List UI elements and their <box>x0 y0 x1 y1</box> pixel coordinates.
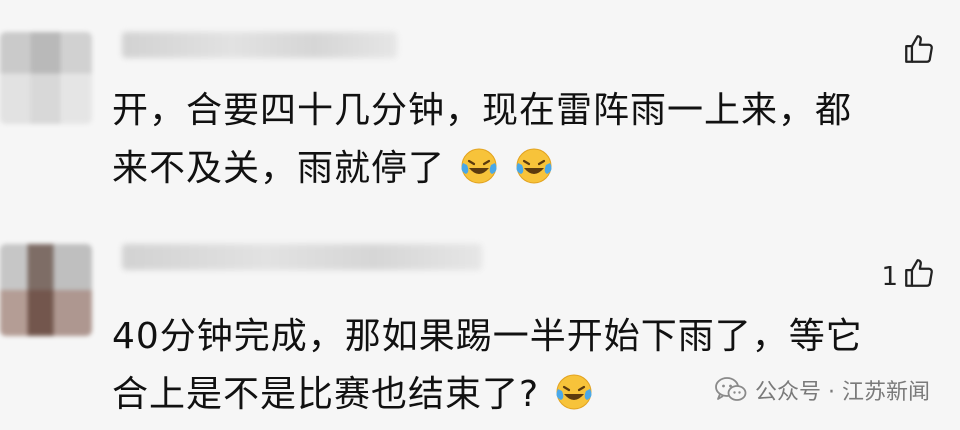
like-count: 1 <box>881 261 898 292</box>
laughing-crying-emoji <box>556 374 592 410</box>
wechat-icon <box>715 377 747 401</box>
comments-screen: 开，合要四十几分钟，现在雷阵雨一上来，都 来不及关，雨就停了 1 40分钟完成，… <box>0 0 960 430</box>
like-button[interactable] <box>898 32 936 73</box>
comment-line: 来不及关，雨就停了 <box>112 148 446 189</box>
comment-text: 开，合要四十几分钟，现在雷阵雨一上来，都 来不及关，雨就停了 <box>112 82 920 198</box>
comment-item: 1 40分钟完成，那如果踢一半开始下雨了，等它 合上是不是比赛也结束了? 公众号… <box>0 238 960 428</box>
comment-item: 开，合要四十几分钟，现在雷阵雨一上来，都 来不及关，雨就停了 <box>0 20 960 220</box>
comment-line: 40分钟完成，那如果踢一半开始下雨了，等它 <box>112 316 863 357</box>
avatar[interactable] <box>0 244 92 336</box>
like-button[interactable]: 1 <box>881 256 936 297</box>
watermark: 公众号 · 江苏新闻 <box>715 374 930 406</box>
comment-text: 40分钟完成，那如果踢一半开始下雨了，等它 合上是不是比赛也结束了? <box>112 308 920 424</box>
laughing-crying-emoji <box>516 148 552 184</box>
username-blurred[interactable] <box>122 32 397 58</box>
watermark-text: 公众号 · 江苏新闻 <box>755 380 930 405</box>
thumbs-up-icon <box>902 32 936 73</box>
comment-line: 开，合要四十几分钟，现在雷阵雨一上来，都 <box>112 90 853 131</box>
comment-line: 合上是不是比赛也结束了? <box>112 374 540 415</box>
comment-line-with-emoji: 来不及关，雨就停了 <box>112 140 920 198</box>
thumbs-up-icon <box>902 256 936 297</box>
laughing-crying-emoji <box>461 148 497 184</box>
avatar[interactable] <box>0 32 92 124</box>
username-blurred[interactable] <box>122 244 482 270</box>
